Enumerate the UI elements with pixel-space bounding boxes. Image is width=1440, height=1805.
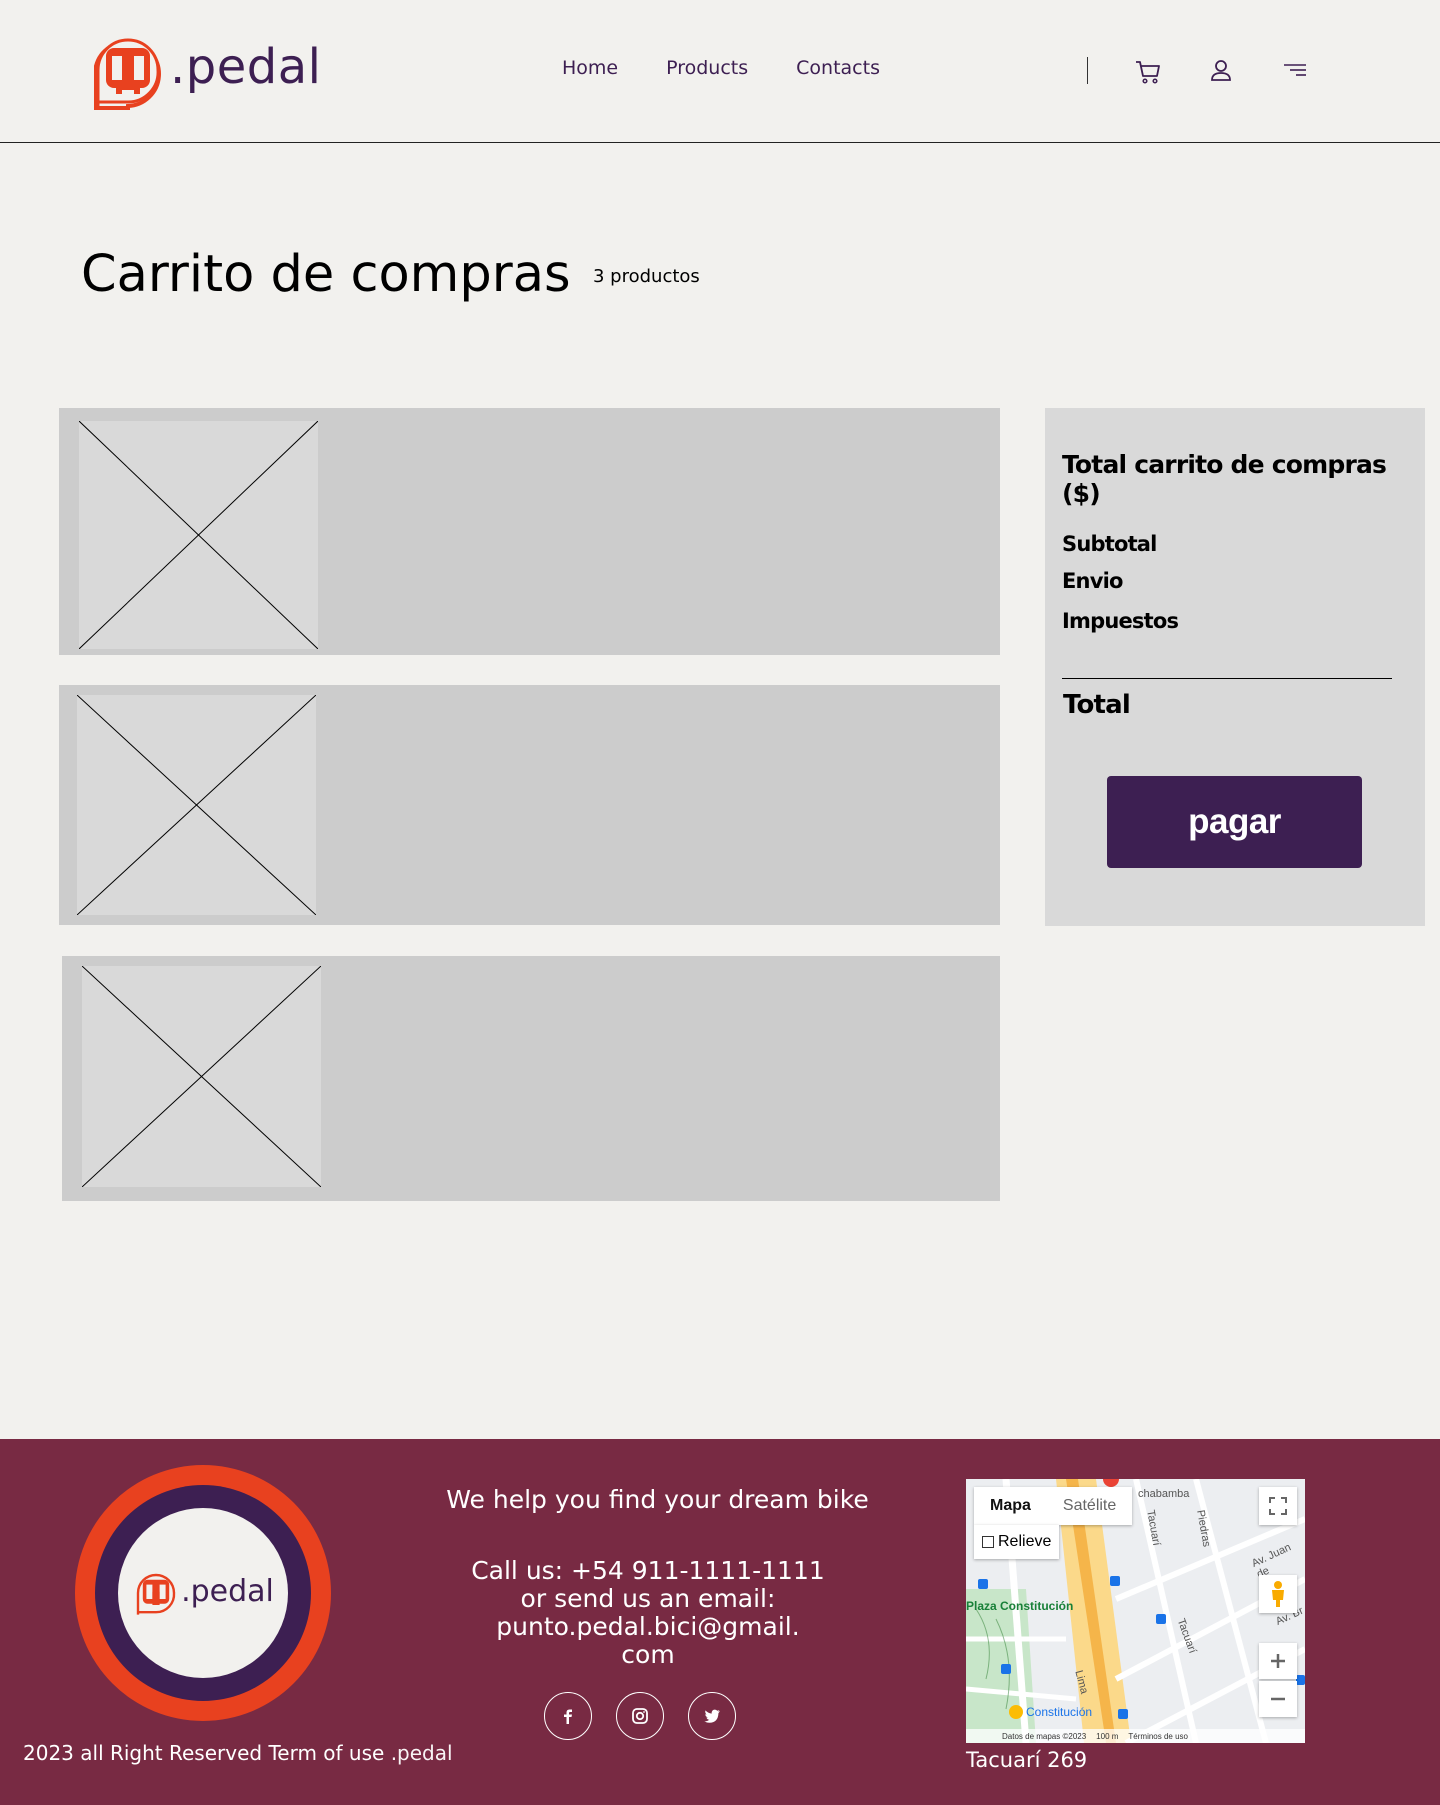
brand-logo[interactable]: .pedal (88, 30, 321, 110)
product-image-placeholder (77, 695, 316, 915)
nav-divider (1087, 57, 1088, 84)
map-terms-link[interactable]: Términos de uso (1128, 1732, 1188, 1741)
footer-tagline: We help you find your dream bike (446, 1485, 869, 1514)
total-label: Total (1063, 690, 1131, 720)
pay-button[interactable]: pagar (1107, 776, 1362, 868)
summary-divider (1062, 678, 1392, 679)
map-tab-map[interactable]: Mapa (974, 1487, 1047, 1525)
copyright-text: 2023 all Right Reserved Term of use (23, 1741, 385, 1765)
page-title: Carrito de compras (81, 245, 571, 304)
site-footer: .pedal 2023 all Right Reserved Term of u… (0, 1439, 1440, 1805)
user-icon[interactable] (1206, 56, 1236, 86)
nav-products[interactable]: Products (666, 57, 748, 79)
fullscreen-icon[interactable] (1259, 1487, 1297, 1525)
map-relief-label: Relieve (998, 1533, 1052, 1550)
cart-icon[interactable] (1133, 56, 1163, 86)
footer-address: Tacuarí 269 (966, 1748, 1088, 1772)
taxes-label: Impuestos (1062, 609, 1179, 633)
copyright-brand[interactable]: .pedal (391, 1741, 453, 1765)
location-map[interactable]: Plaza Constitución Constitución chabamba… (966, 1479, 1305, 1743)
map-label-plaza: Plaza Constitución (966, 1599, 1074, 1613)
nav-home[interactable]: Home (562, 57, 618, 79)
footer-contact: Call us: +54 911-1111-1111 or send us an… (440, 1557, 856, 1669)
cart-item[interactable] (59, 408, 1000, 655)
shipping-label: Envio (1062, 569, 1123, 593)
zoom-out-icon[interactable] (1259, 1681, 1297, 1717)
pedal-logo-icon (136, 1573, 176, 1615)
footer-logo-badge: .pedal (75, 1465, 331, 1721)
footer-brand-name: .pedal (181, 1573, 274, 1609)
street-view-icon[interactable] (1259, 1575, 1297, 1613)
cart-item[interactable] (62, 956, 1000, 1201)
map-relief-toggle[interactable]: Relieve (974, 1525, 1060, 1559)
product-count: 3 productos (593, 266, 700, 287)
map-tab-satellite[interactable]: Satélite (1047, 1487, 1132, 1525)
site-header: .pedal Home Products Contacts (0, 0, 1440, 143)
product-image-placeholder (82, 966, 321, 1187)
map-data-credit: Datos de mapas ©2023 (1002, 1731, 1087, 1741)
instagram-icon[interactable] (616, 1692, 664, 1740)
map-type-tabs: Mapa Satélite (974, 1487, 1133, 1525)
pedal-logo-icon (94, 38, 161, 110)
contact-email-cont[interactable]: com (440, 1641, 856, 1669)
cart-summary: Total carrito de compras ($) Subtotal En… (1045, 408, 1425, 926)
map-label-chabamba: chabamba (1138, 1488, 1190, 1500)
cart-item[interactable] (59, 685, 1000, 925)
map-scale: 100 m (1096, 1731, 1119, 1741)
checkbox-icon[interactable] (982, 1536, 994, 1548)
brand-name: .pedal (170, 39, 322, 95)
contact-phone: Call us: +54 911-1111-1111 (471, 1556, 825, 1585)
twitter-icon[interactable] (688, 1692, 736, 1740)
map-attribution: Datos de mapas ©2023 100 m Términos de u… (966, 1729, 1305, 1743)
summary-title: Total carrito de compras ($) (1062, 450, 1387, 508)
main-nav: Home Products Contacts (562, 57, 880, 79)
subtotal-label: Subtotal (1062, 532, 1157, 556)
copyright: 2023 all Right Reserved Term of use .ped… (23, 1741, 453, 1765)
map-label-station: Constitución (1026, 1705, 1093, 1719)
nav-contacts[interactable]: Contacts (796, 57, 880, 79)
facebook-icon[interactable] (544, 1692, 592, 1740)
contact-email[interactable]: punto.pedal.bici@gmail. (440, 1613, 856, 1641)
contact-email-prompt: or send us an email: (520, 1584, 776, 1613)
menu-icon[interactable] (1280, 56, 1310, 86)
product-image-placeholder (79, 421, 318, 649)
zoom-in-icon[interactable] (1259, 1643, 1297, 1679)
